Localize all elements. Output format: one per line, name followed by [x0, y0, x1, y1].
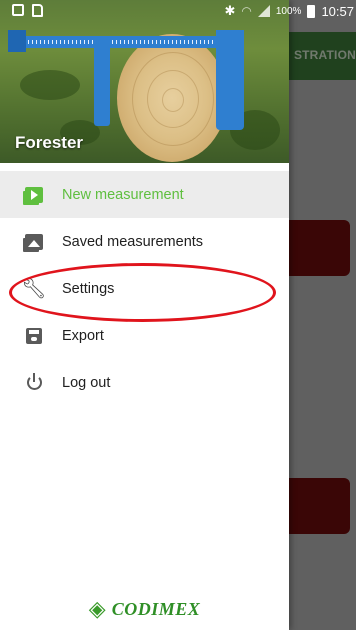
- navigation-drawer: Forester New measurement Saved measureme…: [0, 0, 289, 630]
- power-icon: [26, 373, 42, 390]
- drawer-header: Forester: [0, 0, 289, 163]
- menu-item-export[interactable]: Export: [0, 312, 289, 359]
- photo-library-icon: [25, 233, 43, 250]
- status-bar: ✱ ◠ 100% 10:57: [0, 0, 356, 24]
- bluetooth-icon: ✱: [224, 3, 236, 18]
- brand-logo: ◈ CODIMEX: [0, 596, 289, 622]
- save-icon: [26, 327, 42, 344]
- codimex-logo-icon: ◈: [88, 596, 106, 621]
- menu-item-label: Settings: [62, 280, 115, 297]
- menu-item-label: Log out: [62, 374, 111, 391]
- drawer-menu: New measurement Saved measurements 🔧︎ Se…: [0, 171, 289, 406]
- menu-item-log-out[interactable]: Log out: [0, 359, 289, 406]
- signal-icon: [257, 5, 270, 17]
- clock: 10:57: [321, 3, 354, 19]
- battery-icon: [307, 4, 316, 18]
- wifi-icon: ◠: [241, 4, 252, 18]
- brand-name: CODIMEX: [111, 598, 201, 619]
- menu-item-label: Export: [62, 327, 104, 344]
- menu-item-settings[interactable]: 🔧︎ Settings: [0, 265, 289, 312]
- new-measurement-icon: [25, 186, 43, 203]
- menu-item-label: New measurement: [62, 186, 184, 203]
- menu-item-saved-measurements[interactable]: Saved measurements: [0, 218, 289, 265]
- screenshot-icon: [12, 4, 24, 16]
- wrench-icon: 🔧︎: [21, 278, 47, 300]
- battery-percent: 100%: [275, 5, 302, 17]
- drawer-header-title: Forester: [15, 133, 84, 152]
- sd-card-icon: [32, 4, 43, 17]
- menu-item-new-measurement[interactable]: New measurement: [0, 171, 289, 218]
- menu-item-label: Saved measurements: [62, 233, 204, 250]
- log-slice-image: [117, 34, 227, 162]
